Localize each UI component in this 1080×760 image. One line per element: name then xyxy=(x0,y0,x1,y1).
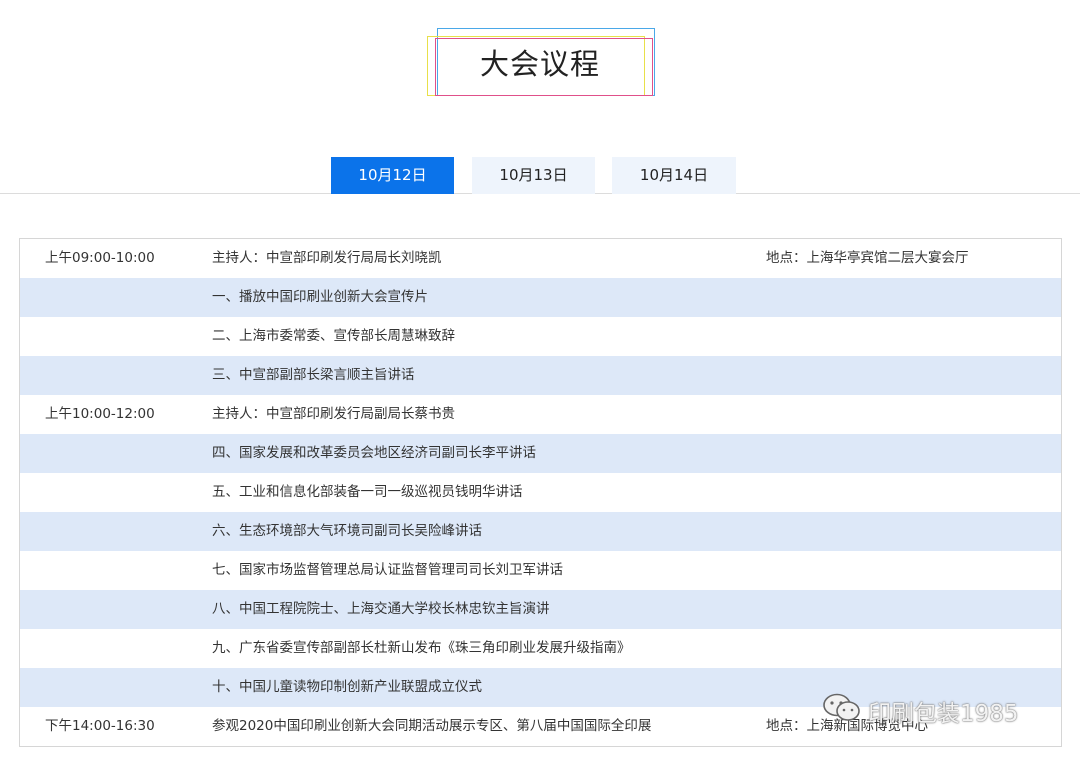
row-desc: 六、生态环境部大气环境司副司长吴险峰讲话 xyxy=(212,523,482,539)
tab-oct-14[interactable]: 10月14日 xyxy=(612,157,736,194)
tab-oct-13[interactable]: 10月13日 xyxy=(472,157,595,194)
row-desc: 七、国家市场监督管理总局认证监督管理司司长刘卫军讲话 xyxy=(212,562,563,578)
table-row: 五、工业和信息化部装备一司一级巡视员钱明华讲话 xyxy=(20,473,1061,512)
row-desc: 参观2020中国印刷业创新大会同期活动展示专区、第八届中国国际全印展 xyxy=(212,718,652,734)
page-title: 大会议程 xyxy=(479,47,600,81)
row-desc: 十、中国儿童读物印制创新产业联盟成立仪式 xyxy=(212,679,482,695)
row-desc: 一、播放中国印刷业创新大会宣传片 xyxy=(212,289,428,305)
table-row: 八、中国工程院院士、上海交通大学校长林忠钦主旨演讲 xyxy=(20,590,1061,629)
table-row: 二、上海市委常委、宣传部长周慧琳致辞 xyxy=(20,317,1061,356)
table-row: 六、生态环境部大气环境司副司长吴险峰讲话 xyxy=(20,512,1061,551)
watermark-text: 印刷包装1985 xyxy=(868,701,1019,727)
row-time: 下午14:00-16:30 xyxy=(45,718,155,734)
table-row: 七、国家市场监督管理总局认证监督管理司司长刘卫军讲话 xyxy=(20,551,1061,590)
row-desc: 五、工业和信息化部装备一司一级巡视员钱明华讲话 xyxy=(212,484,523,500)
row-location: 地点：上海华亭宾馆二层大宴会厅 xyxy=(766,250,969,266)
watermark: 印刷包装1985 xyxy=(822,692,1019,732)
schedule-table: 上午09:00-10:00 主持人：中宣部印刷发行局局长刘晓凯 地点：上海华亭宾… xyxy=(19,238,1062,747)
wechat-icon xyxy=(822,692,862,737)
row-desc: 主持人：中宣部印刷发行局局长刘晓凯 xyxy=(212,250,442,266)
table-row: 上午10:00-12:00 主持人：中宣部印刷发行局副局长蔡书贵 xyxy=(20,395,1061,434)
table-row: 四、国家发展和改革委员会地区经济司副司长李平讲话 xyxy=(20,434,1061,473)
row-desc: 三、中宣部副部长梁言顺主旨讲话 xyxy=(212,367,415,383)
table-row: 三、中宣部副部长梁言顺主旨讲话 xyxy=(20,356,1061,395)
table-row: 上午09:00-10:00 主持人：中宣部印刷发行局局长刘晓凯 地点：上海华亭宾… xyxy=(20,239,1061,278)
row-desc: 主持人：中宣部印刷发行局副局长蔡书贵 xyxy=(212,406,455,422)
table-row: 九、广东省委宣传部副部长杜新山发布《珠三角印刷业发展升级指南》 xyxy=(20,629,1061,668)
title-box: 大会议程 xyxy=(425,28,657,100)
table-row: 一、播放中国印刷业创新大会宣传片 xyxy=(20,278,1061,317)
row-desc: 二、上海市委常委、宣传部长周慧琳致辞 xyxy=(212,328,455,344)
row-desc: 四、国家发展和改革委员会地区经济司副司长李平讲话 xyxy=(212,445,536,461)
row-desc: 九、广东省委宣传部副部长杜新山发布《珠三角印刷业发展升级指南》 xyxy=(212,640,631,656)
row-desc: 八、中国工程院院士、上海交通大学校长林忠钦主旨演讲 xyxy=(212,601,550,617)
row-time: 上午10:00-12:00 xyxy=(45,406,155,422)
tab-oct-12[interactable]: 10月12日 xyxy=(331,157,454,194)
row-time: 上午09:00-10:00 xyxy=(45,250,155,266)
